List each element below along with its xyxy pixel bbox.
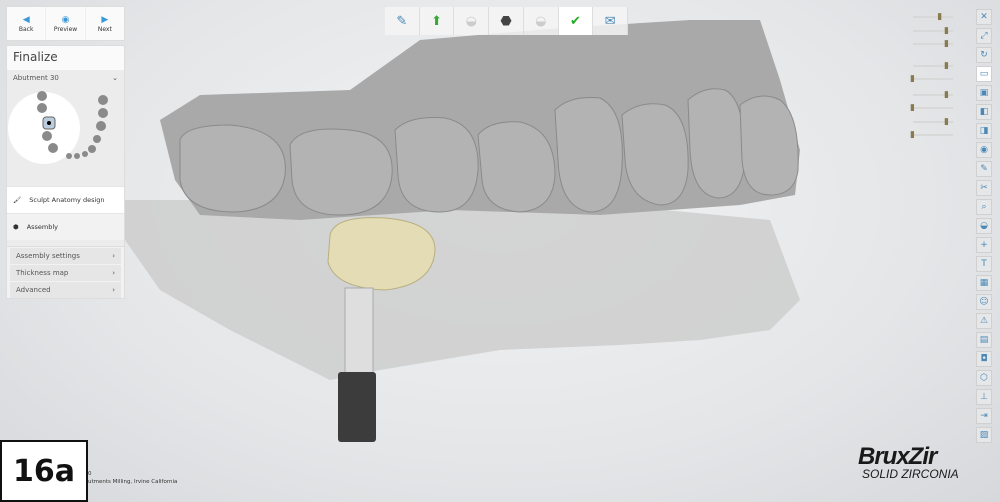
slider-handle[interactable]: ▮ [944, 89, 954, 101]
chevron-right-icon: › [112, 252, 115, 260]
axis-icon[interactable]: ⊥ [976, 389, 992, 405]
assembly-settings-item[interactable]: Assembly settings › [10, 248, 121, 264]
visibility-slider[interactable]: ▮ [910, 103, 953, 113]
menu-label: Advanced [16, 286, 51, 294]
visibility-slider[interactable]: ▮ [913, 117, 953, 127]
visibility-slider[interactable]: ▮ [913, 26, 953, 36]
slider-handle[interactable]: ▮ [944, 60, 954, 72]
face-icon[interactable]: ☺ [976, 294, 992, 310]
credit-text: 0 utments Milling, Irvine California [88, 470, 177, 486]
menu-label: Thickness map [16, 269, 69, 277]
step-assembly[interactable]: ⬢ Assembly [7, 213, 124, 240]
logo-sub: SOLID ZIRCONIA [862, 467, 959, 481]
export-icon[interactable]: ⇥ [976, 408, 992, 424]
right-toolbar: ✕ ⤢ ↻ ▭ ▣ ◧ ◨ ◉ ✎ ✂ ⌕ ◒ + T ▦ ☺ ⚠ ▤ ◘ ⬡ ⊥ ⇥ ▨ [976, 9, 994, 446]
top-view-icon[interactable]: ◧ [976, 104, 992, 120]
screenshot-icon[interactable]: ▨ [976, 427, 992, 443]
cut-icon[interactable]: ✂ [976, 180, 992, 196]
preview-button[interactable]: ◉ Preview [46, 7, 86, 40]
zoom-tool-icon[interactable]: ⌕ [976, 199, 992, 215]
tooth-chart-graphic [8, 91, 108, 164]
lower-jaw-scan [120, 200, 800, 380]
cube-icon[interactable]: ▦ [976, 275, 992, 291]
bruxzir-logo: BruxZir SOLID ZIRCONIA [858, 443, 959, 481]
slider-handle[interactable]: ▮ [944, 116, 954, 128]
side-view-icon[interactable]: ◨ [976, 123, 992, 139]
tooth-chart[interactable] [7, 86, 124, 186]
crown-design-icon[interactable]: ◒ [524, 7, 559, 35]
thickness-map-item[interactable]: Thickness map › [10, 265, 121, 281]
slider-handle[interactable]: ▮ [910, 129, 920, 141]
text-icon[interactable]: T [976, 256, 992, 272]
visibility-slider[interactable]: ▮ [913, 61, 953, 71]
chevron-right-icon: › [112, 269, 115, 277]
tooth-selector[interactable]: Abutment 30 ⌄ [7, 70, 124, 86]
arrow-left-icon: ◀ [22, 14, 30, 25]
front-view-icon[interactable]: ▣ [976, 85, 992, 101]
margin-icon[interactable]: ⬆ [420, 7, 455, 35]
visibility-slider[interactable]: ▮ [910, 74, 953, 84]
camera-icon[interactable]: ◘ [976, 351, 992, 367]
add-icon[interactable]: + [976, 237, 992, 253]
assembly-icon: ⬢ [13, 223, 19, 231]
crown-view-icon[interactable]: ◒ [976, 218, 992, 234]
navigation-bar: ◀ Back ◉ Preview ▶ Next [6, 6, 125, 41]
abutment-post [344, 287, 374, 374]
visibility-slider[interactable]: ▮ [913, 39, 953, 49]
advanced-item[interactable]: Advanced › [10, 282, 121, 298]
menu-label: Assembly settings [16, 252, 80, 260]
arrow-right-icon: ▶ [101, 14, 109, 25]
slider-handle[interactable]: ▮ [937, 11, 947, 23]
next-button[interactable]: ▶ Next [86, 7, 124, 40]
chevron-down-icon: ⌄ [112, 74, 118, 82]
next-label: Next [97, 25, 112, 33]
expand-icon[interactable]: ⤢ [976, 28, 992, 44]
preview-label: Preview [53, 25, 78, 33]
crown [327, 217, 436, 291]
credit-line: utments Milling, Irvine California [88, 479, 178, 485]
fit-view-icon[interactable]: ✕ [976, 9, 992, 25]
visibility-slider[interactable]: ▮ [913, 12, 953, 22]
3d-viewport[interactable] [0, 0, 1000, 502]
cap-icon[interactable]: ▭ [976, 66, 992, 82]
visibility-slider[interactable]: ▮ [913, 90, 953, 100]
sculpt-tool-icon: 🖌 [13, 196, 22, 204]
step-label: Assembly [26, 223, 59, 231]
slider-handle[interactable]: ▮ [910, 73, 920, 85]
export-icon[interactable]: ✉ [593, 7, 629, 35]
eye-icon: ◉ [61, 14, 70, 25]
section-icon[interactable]: ▤ [976, 332, 992, 348]
visibility-slider[interactable]: ▮ [910, 130, 953, 140]
panel-title: Finalize [7, 46, 124, 70]
slider-handle[interactable]: ▮ [944, 38, 954, 50]
crown-finalize-icon[interactable]: ✔ [558, 7, 594, 35]
selected-tooth: Abutment 30 [13, 74, 59, 82]
credit-line: 0 [88, 471, 92, 477]
crown-icon[interactable]: ◒ [454, 7, 490, 35]
box-icon[interactable]: ⬡ [976, 370, 992, 386]
workflow-bar: ✎ ⬆ ◒ ⬣ ◒ ✔ ✉ [385, 7, 629, 35]
implant-analog [338, 372, 376, 442]
step-label: Sculpt Anatomy design [29, 196, 105, 204]
slider-handle[interactable]: ▮ [910, 102, 920, 114]
abutment-icon[interactable]: ⬣ [489, 7, 524, 35]
scan-icon[interactable]: ✎ [385, 7, 420, 35]
chevron-right-icon: › [112, 286, 115, 294]
back-button[interactable]: ◀ Back [7, 7, 47, 40]
measure-icon[interactable]: ✎ [976, 161, 992, 177]
options-menu: Assembly settings › Thickness map › Advanc… [6, 246, 125, 299]
slider-handle[interactable]: ▮ [944, 25, 954, 37]
step-sculpt-anatomy[interactable]: 🖌 Sculpt Anatomy design [7, 186, 124, 213]
rotate-icon[interactable]: ↻ [976, 47, 992, 63]
camera-view-icon[interactable]: ◉ [976, 142, 992, 158]
figure-label: 16a [0, 440, 88, 502]
back-label: Back [18, 25, 34, 33]
warning-icon[interactable]: ⚠ [976, 313, 992, 329]
